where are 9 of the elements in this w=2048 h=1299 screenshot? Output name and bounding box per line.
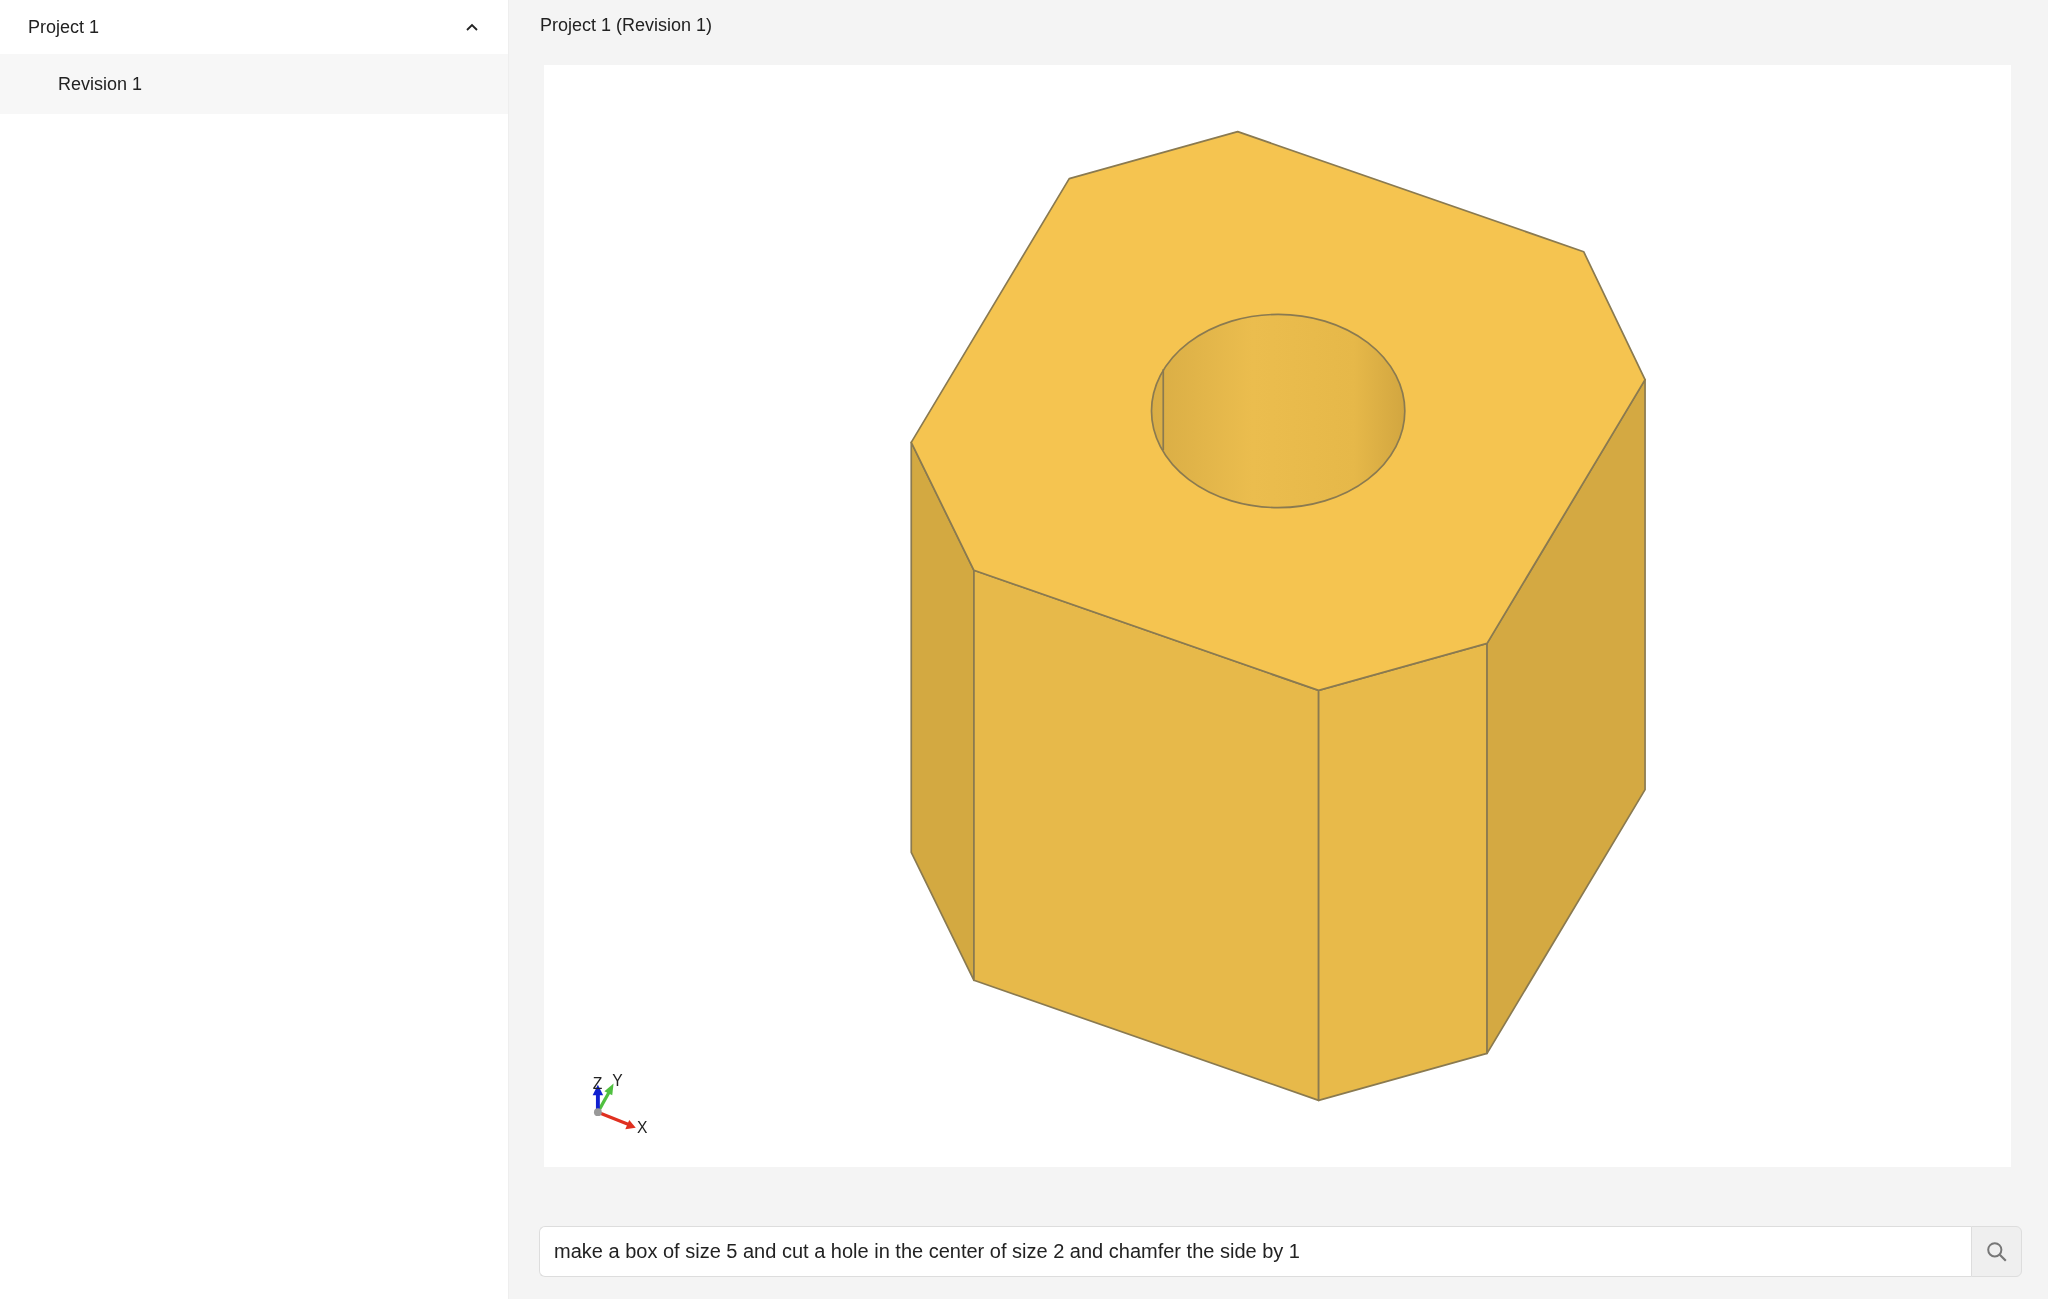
search-button[interactable] [1971, 1226, 2022, 1277]
axis-label: X [637, 1119, 648, 1137]
axis-label: Y [612, 1072, 623, 1090]
revision-item[interactable]: Revision 1 [0, 54, 508, 114]
axis-label: Z [592, 1074, 603, 1092]
page-title: Project 1 (Revision 1) [539, 14, 714, 37]
prompt-input[interactable]: make a box of size 5 and cut a hole in the center of size 2 and chamfer the side by 1 [539, 1226, 1971, 1277]
chevron-icon [466, 23, 478, 31]
search-icon [1985, 1240, 2008, 1263]
